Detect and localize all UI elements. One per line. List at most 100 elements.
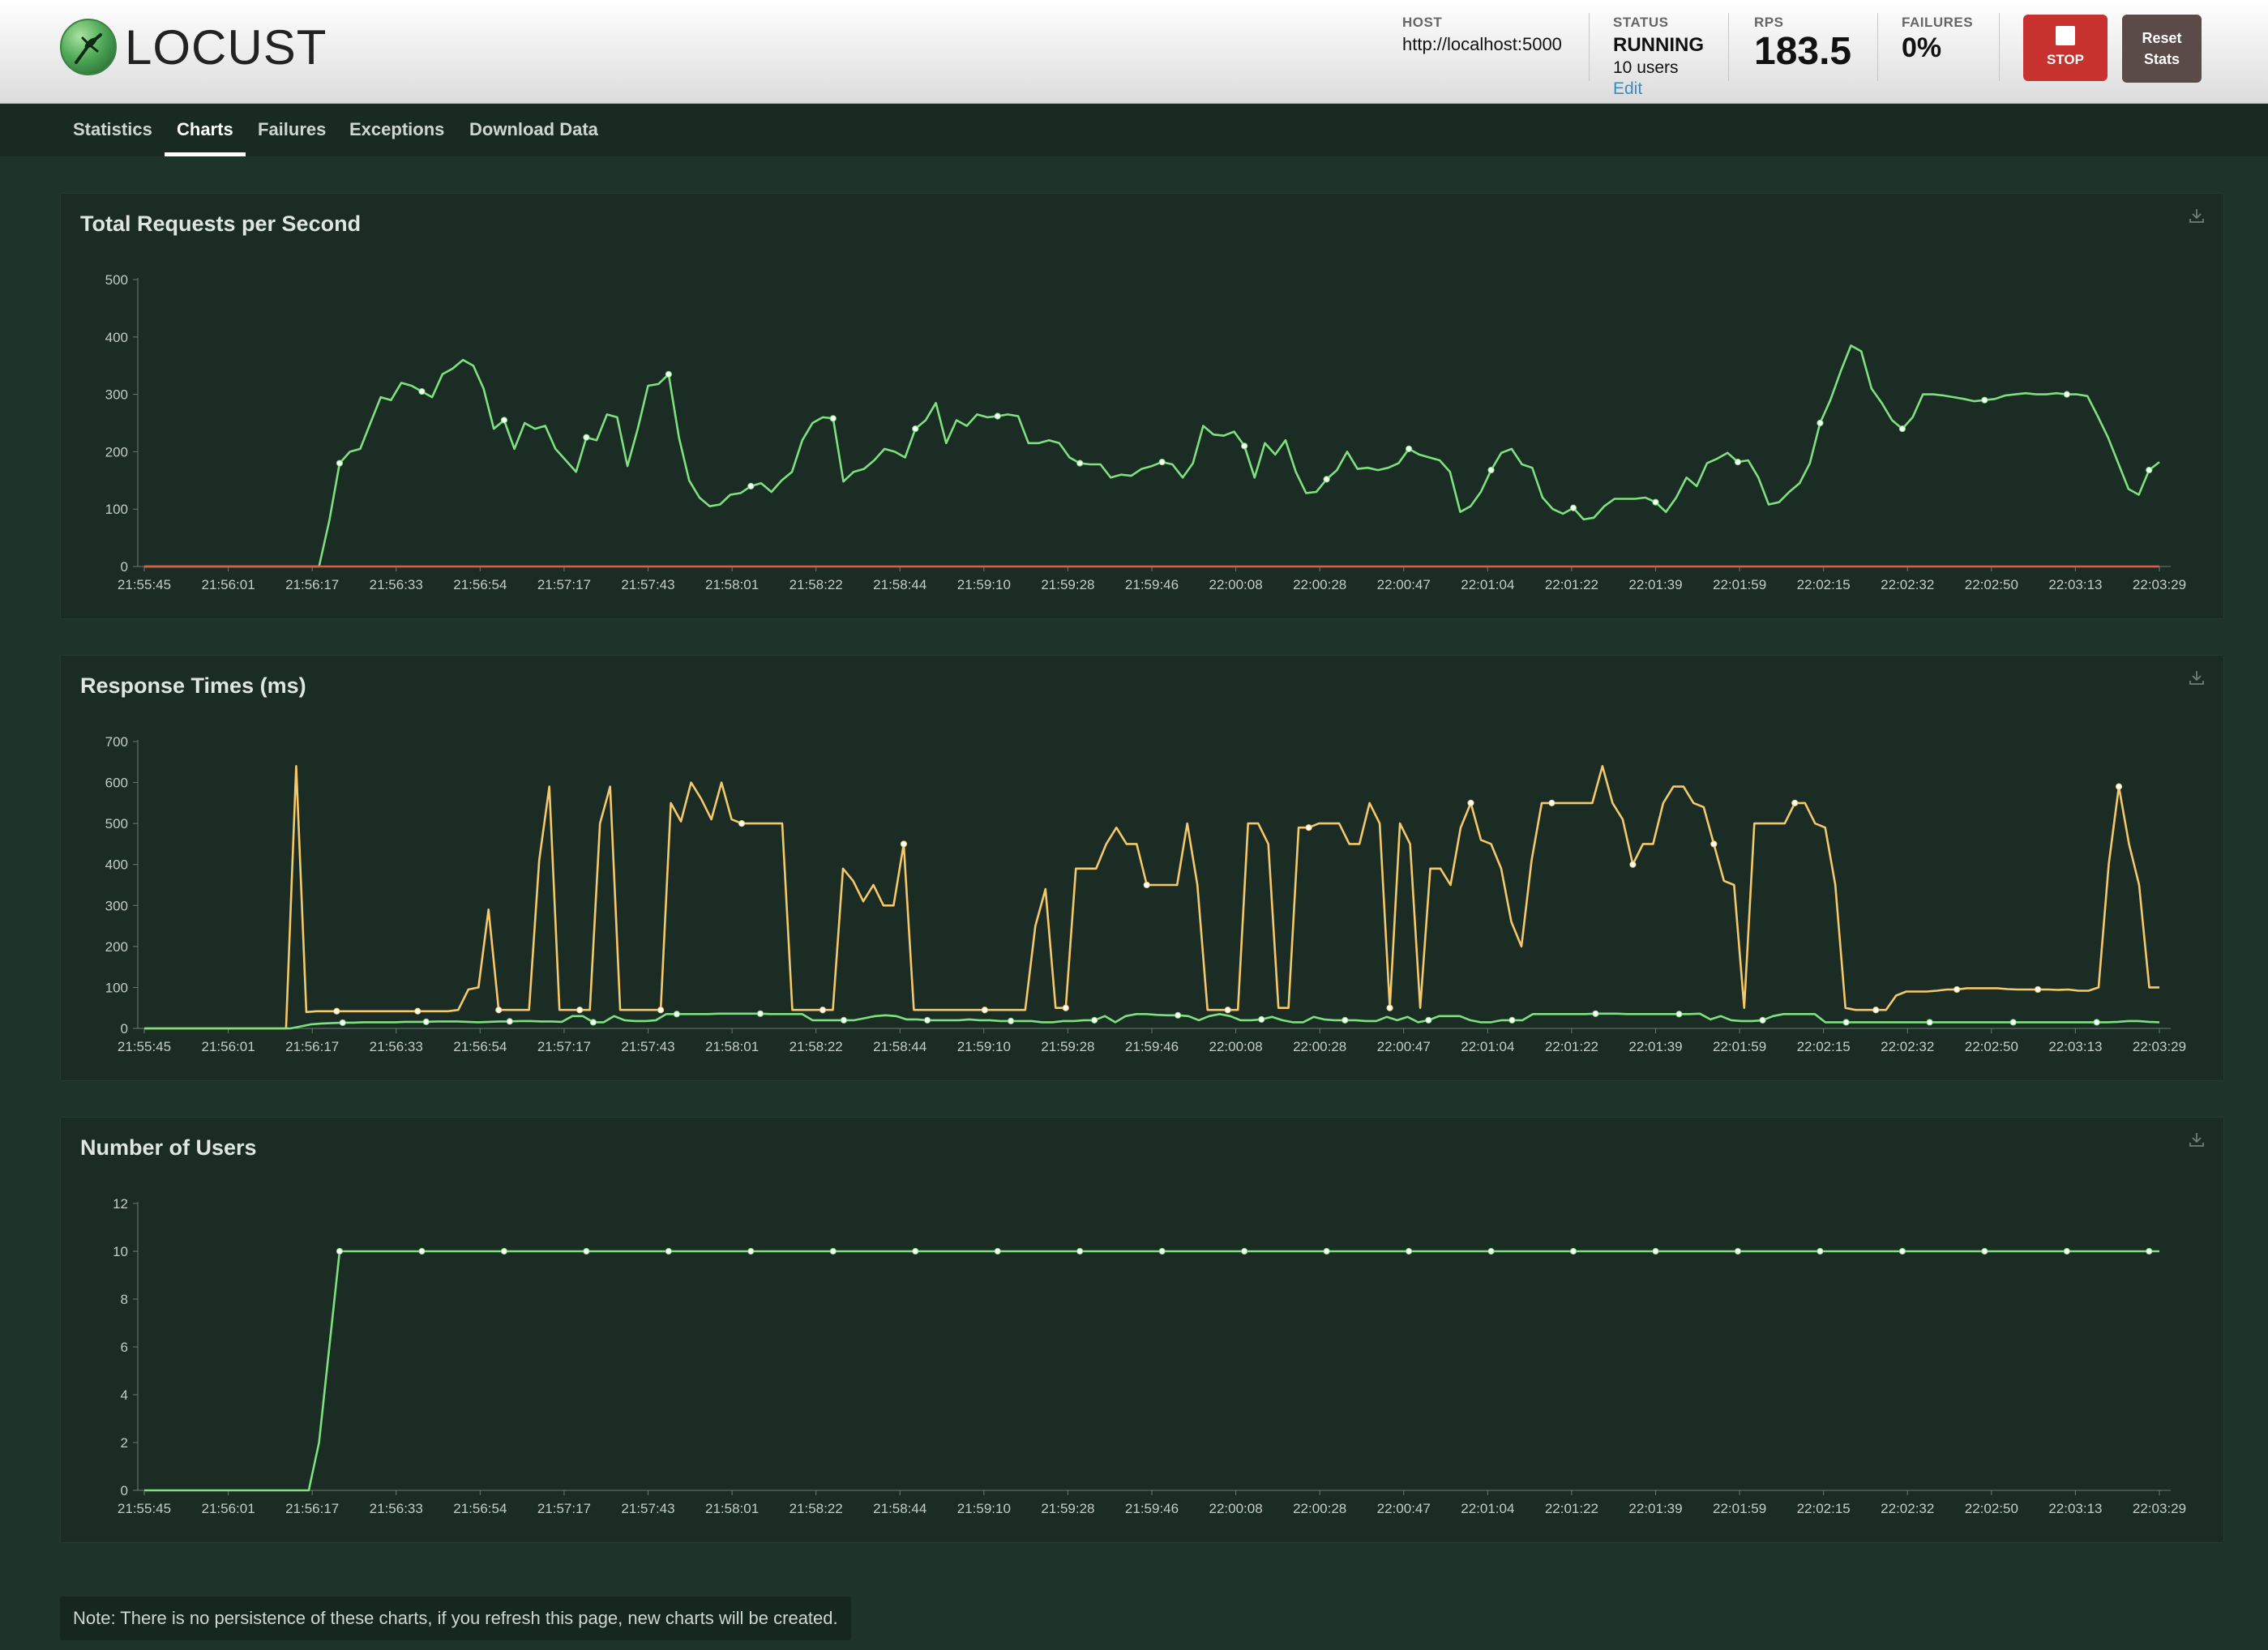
- data-point: [506, 1018, 513, 1025]
- x-tick-label: 21:55:45: [118, 1501, 171, 1516]
- data-point: [665, 1247, 672, 1255]
- data-point: [994, 1247, 1001, 1255]
- x-tick-label: 21:56:01: [201, 1039, 255, 1054]
- x-tick-label: 22:01:04: [1461, 1039, 1514, 1054]
- data-point: [500, 1247, 508, 1255]
- x-tick-label: 22:00:47: [1377, 1039, 1431, 1054]
- x-tick-label: 21:56:33: [370, 1039, 423, 1054]
- x-tick-label: 22:01:59: [1713, 1039, 1766, 1054]
- data-point: [583, 434, 590, 441]
- x-tick-label: 21:57:43: [621, 1039, 674, 1054]
- users-value: 10 users: [1613, 58, 1679, 77]
- data-point: [1008, 1017, 1015, 1024]
- x-tick-label: 22:00:47: [1377, 1501, 1431, 1516]
- data-point: [1734, 1247, 1742, 1255]
- status-label: STATUS: [1613, 15, 1669, 30]
- reset-stats-button[interactable]: Reset Stats: [2122, 15, 2202, 83]
- x-tick-label: 21:59:10: [957, 1039, 1011, 1054]
- stop-button[interactable]: STOP: [2023, 15, 2108, 81]
- y-tick-label: 500: [105, 816, 128, 831]
- data-point: [583, 1247, 590, 1255]
- data-point: [747, 482, 755, 489]
- data-point: [576, 1007, 584, 1014]
- data-point: [2093, 1019, 2100, 1026]
- x-tick-label: 21:56:54: [453, 577, 507, 592]
- failures-value: 0%: [1902, 32, 1942, 63]
- data-point: [1759, 1016, 1766, 1024]
- data-point: [1817, 419, 1824, 427]
- data-point: [912, 1247, 919, 1255]
- y-tick-label: 4: [121, 1387, 128, 1403]
- reset-label-line2: Stats: [2143, 51, 2180, 67]
- data-point: [900, 840, 908, 848]
- x-tick-label: 21:55:45: [118, 577, 171, 592]
- data-point: [829, 415, 837, 422]
- data-point: [1652, 498, 1659, 506]
- y-tick-label: 0: [121, 1021, 128, 1037]
- data-point: [1926, 1019, 1933, 1026]
- x-tick-label: 22:02:15: [1797, 1501, 1851, 1516]
- data-point: [1791, 799, 1799, 806]
- divider: [1589, 13, 1590, 81]
- tab-statistics[interactable]: Statistics: [73, 119, 152, 140]
- x-tick-label: 22:01:04: [1461, 1501, 1514, 1516]
- edit-users-link[interactable]: Edit: [1613, 79, 1704, 99]
- data-point: [1323, 1247, 1330, 1255]
- x-tick-label: 22:01:39: [1628, 1039, 1682, 1054]
- status-stat: STATUS RUNNING 10 users Edit: [1613, 15, 1704, 99]
- data-point: [738, 820, 746, 827]
- x-tick-label: 21:57:17: [537, 1501, 591, 1516]
- data-point: [1258, 1015, 1265, 1023]
- x-tick-label: 21:58:22: [790, 1501, 843, 1516]
- data-point: [2146, 466, 2153, 474]
- data-point: [1386, 1004, 1393, 1011]
- x-tick-label: 21:58:01: [705, 577, 759, 592]
- y-tick-label: 600: [105, 776, 128, 791]
- data-point: [1629, 861, 1637, 868]
- x-tick-label: 21:59:28: [1041, 1501, 1094, 1516]
- response-times-chart: 0 100 200 300 400 500 600 700 21:55:45 21:56:01 21…: [105, 734, 2186, 1054]
- data-point: [2063, 391, 2070, 398]
- data-point: [495, 1007, 503, 1014]
- data-point: [2115, 783, 2123, 790]
- tab-failures[interactable]: Failures: [258, 119, 326, 140]
- chart-panel-response-times: Response Times (ms) 0 100 200 300 400 500 600 7…: [60, 655, 2224, 1081]
- locust-logo[interactable]: LOCUST: [60, 16, 327, 78]
- locust-logo-icon: [60, 19, 117, 75]
- x-tick-label: 21:59:10: [957, 1501, 1011, 1516]
- data-point: [336, 1247, 344, 1255]
- data-point: [657, 1007, 665, 1014]
- data-point: [1569, 1247, 1577, 1255]
- series-line: [144, 765, 2159, 1030]
- y-tick-label: 200: [105, 444, 128, 460]
- data-point: [336, 460, 344, 467]
- tab-exceptions[interactable]: Exceptions: [349, 119, 444, 140]
- x-tick-label: 22:02:32: [1881, 1039, 1934, 1054]
- x-tick-label: 22:02:50: [1965, 1501, 2018, 1516]
- tab-download-data[interactable]: Download Data: [469, 119, 598, 140]
- x-tick-label: 21:59:28: [1041, 577, 1094, 592]
- data-point: [981, 1007, 988, 1014]
- data-point: [1241, 1247, 1248, 1255]
- x-tick-label: 21:56:17: [285, 1501, 339, 1516]
- rps-label: RPS: [1754, 15, 1784, 30]
- x-tick-label: 22:02:32: [1881, 577, 1934, 592]
- x-tick-label: 21:58:44: [873, 577, 926, 592]
- x-tick-label: 22:03:13: [2048, 1501, 2102, 1516]
- data-point: [418, 1247, 426, 1255]
- tab-charts[interactable]: Charts: [177, 119, 233, 140]
- data-point: [2009, 1019, 2017, 1026]
- series-line: [144, 1012, 2160, 1030]
- x-tick-label: 21:56:01: [201, 577, 255, 592]
- reset-label-line1: Reset: [2142, 30, 2182, 46]
- x-tick-label: 22:01:39: [1628, 1501, 1682, 1516]
- data-point: [756, 1010, 764, 1017]
- y-tick-label: 12: [113, 1196, 128, 1212]
- data-point: [1508, 1016, 1516, 1024]
- data-point: [923, 1016, 931, 1024]
- x-tick-label: 22:01:39: [1628, 577, 1682, 592]
- x-tick-label: 22:03:29: [2133, 1501, 2186, 1516]
- data-point: [333, 1007, 340, 1015]
- data-point: [840, 1016, 848, 1024]
- data-point: [1425, 1016, 1432, 1024]
